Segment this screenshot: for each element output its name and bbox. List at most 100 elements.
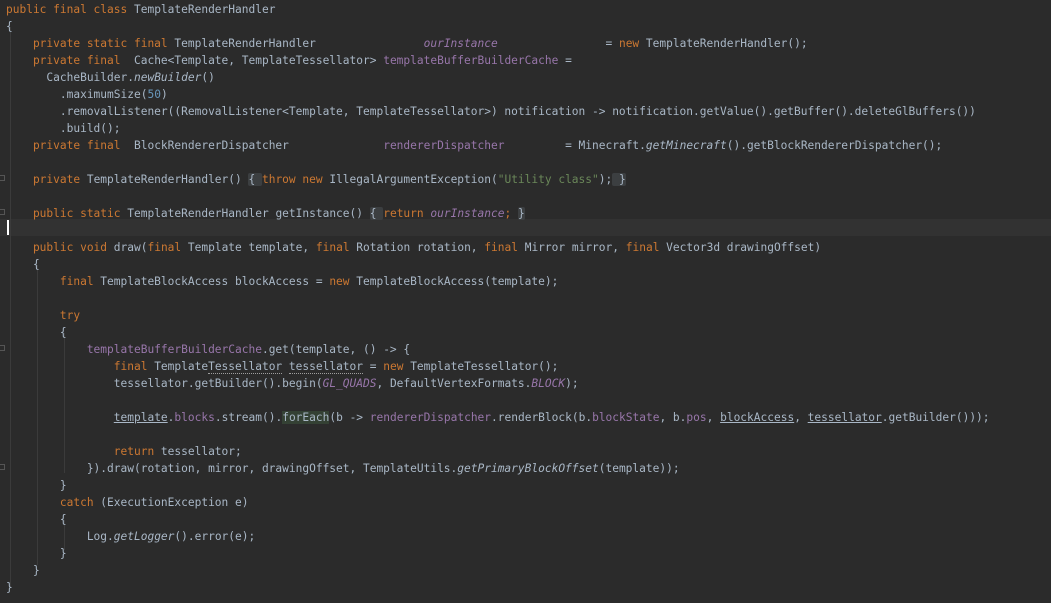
code-token: blocks bbox=[174, 411, 215, 424]
code-line[interactable]: .build(); bbox=[6, 120, 121, 137]
code-token: .maximumSize( bbox=[6, 88, 148, 101]
code-token: { bbox=[6, 20, 13, 33]
fold-marker-icon[interactable] bbox=[0, 175, 5, 181]
code-token: = bbox=[565, 54, 572, 67]
code-line[interactable]: { bbox=[6, 511, 67, 528]
fold-marker-icon[interactable] bbox=[0, 464, 5, 470]
code-token: 50 bbox=[147, 88, 161, 101]
code-token: TemplateTessellator(); bbox=[410, 360, 559, 373]
code-token: .removalListener((RemovalListener<Templa… bbox=[6, 105, 976, 118]
code-token: , bbox=[706, 411, 721, 424]
code-token: templateBufferBuilderCache bbox=[6, 343, 262, 356]
fold-marker-icon[interactable] bbox=[0, 209, 5, 215]
code-line[interactable]: public void draw(final Template template… bbox=[6, 239, 821, 256]
code-token: return bbox=[383, 207, 431, 220]
code-token: ourInstance bbox=[430, 207, 505, 220]
code-token: ourInstance bbox=[423, 37, 498, 50]
code-token: Vector3d drawingOffset) bbox=[666, 241, 822, 254]
code-token: rendererDispatcher bbox=[369, 411, 492, 424]
code-line[interactable]: } bbox=[6, 579, 13, 596]
code-line[interactable]: } bbox=[6, 545, 67, 562]
code-token: .build(); bbox=[6, 122, 121, 135]
code-line[interactable]: CacheBuilder.newBuilder() bbox=[6, 69, 214, 86]
code-token: } bbox=[6, 479, 67, 492]
code-line[interactable]: Log.getLogger().error(e); bbox=[6, 528, 255, 545]
code-token: final bbox=[625, 241, 667, 254]
code-token: private final bbox=[6, 139, 134, 152]
code-line[interactable]: } bbox=[6, 477, 67, 494]
code-token: new bbox=[618, 37, 646, 50]
folded-code-region[interactable]: { bbox=[369, 207, 384, 220]
code-line[interactable]: private final BlockRendererDispatcher re… bbox=[6, 137, 942, 154]
code-token: (b -> bbox=[329, 411, 370, 424]
code-line[interactable]: catch (ExecutionException e) bbox=[6, 494, 249, 511]
code-token: TemplateRenderHandler bbox=[174, 37, 424, 50]
code-line[interactable]: .maximumSize(50) bbox=[6, 86, 168, 103]
code-token: = bbox=[363, 360, 384, 373]
code-token: TemplateBlockAccess blockAccess = bbox=[100, 275, 330, 288]
code-line[interactable]: { bbox=[6, 18, 13, 35]
folded-code-region[interactable]: } bbox=[612, 173, 626, 186]
code-token: public final class bbox=[6, 3, 134, 16]
code-token: .stream(). bbox=[214, 411, 283, 424]
code-token: private final bbox=[6, 54, 134, 67]
code-token: = Minecraft. bbox=[504, 139, 646, 152]
fold-marker-icon[interactable] bbox=[0, 345, 5, 351]
code-line[interactable]: }).draw(rotation, mirror, drawingOffset,… bbox=[6, 460, 680, 477]
code-token: final bbox=[484, 241, 525, 254]
code-line[interactable]: private static final TemplateRenderHandl… bbox=[6, 35, 808, 52]
code-token: forEach bbox=[282, 411, 330, 424]
code-line[interactable]: return tessellator; bbox=[6, 443, 242, 460]
code-token: Mirror mirror, bbox=[524, 241, 626, 254]
code-line[interactable]: final TemplateTessellator tessellator = … bbox=[6, 358, 558, 375]
code-token: TemplateBlockAccess(template); bbox=[356, 275, 559, 288]
code-token: public static bbox=[6, 207, 128, 220]
code-token: ); bbox=[598, 173, 613, 186]
code-line[interactable]: .removalListener((RemovalListener<Templa… bbox=[6, 103, 976, 120]
code-token: try bbox=[6, 309, 81, 322]
folded-code-region[interactable]: { bbox=[248, 173, 262, 186]
code-token: } bbox=[6, 547, 67, 560]
code-token: .renderBlock(b. bbox=[491, 411, 593, 424]
code-token: tessellator; bbox=[160, 445, 242, 458]
code-token: final bbox=[147, 241, 188, 254]
code-token: Tessellator bbox=[208, 360, 283, 374]
code-token: , b. bbox=[659, 411, 687, 424]
code-token: Log. bbox=[6, 530, 114, 543]
code-token: getPrimaryBlockOffset bbox=[457, 462, 599, 475]
code-line[interactable]: try bbox=[6, 307, 80, 324]
code-line[interactable]: { bbox=[6, 324, 67, 341]
code-line[interactable]: public static TemplateRenderHandler getI… bbox=[6, 205, 525, 222]
code-line[interactable]: private final Cache<Template, TemplateTe… bbox=[6, 52, 572, 69]
code-token: BlockRendererDispatcher bbox=[133, 139, 384, 152]
code-line[interactable]: { bbox=[6, 256, 40, 273]
code-line[interactable]: } bbox=[6, 562, 40, 579]
code-token: (ExecutionException e) bbox=[100, 496, 249, 509]
code-line[interactable]: public final class TemplateRenderHandler bbox=[6, 1, 275, 18]
code-token: draw( bbox=[113, 241, 148, 254]
code-line[interactable]: templateBufferBuilderCache.get(template,… bbox=[6, 341, 410, 358]
code-token: blockAccess bbox=[720, 411, 795, 424]
code-editor[interactable]: public final class TemplateRenderHandler… bbox=[0, 0, 1051, 603]
code-line[interactable]: private TemplateRenderHandler() { throw … bbox=[6, 171, 626, 188]
code-token: new bbox=[383, 360, 411, 373]
code-token: ; bbox=[504, 207, 518, 220]
code-token: new bbox=[329, 275, 357, 288]
code-token: template bbox=[113, 411, 168, 424]
code-token: templateBufferBuilderCache bbox=[383, 54, 566, 67]
code-token: ); bbox=[565, 377, 579, 390]
code-token: getMinecraft bbox=[645, 139, 727, 152]
code-token: { bbox=[6, 258, 40, 271]
folded-code-region[interactable]: } bbox=[517, 207, 525, 220]
code-token: { bbox=[6, 513, 67, 526]
code-token: } bbox=[6, 564, 40, 577]
code-token: }).draw(rotation, mirror, drawingOffset,… bbox=[6, 462, 458, 475]
code-token: { bbox=[6, 326, 67, 339]
code-line[interactable]: template.blocks.stream().forEach(b -> re… bbox=[6, 409, 990, 426]
code-token: getInstance() bbox=[275, 207, 370, 220]
code-token: final bbox=[6, 275, 101, 288]
code-line[interactable]: final TemplateBlockAccess blockAccess = … bbox=[6, 273, 558, 290]
code-line[interactable]: tessellator.getBuilder().begin(GL_QUADS,… bbox=[6, 375, 579, 392]
code-token: GL_QUADS bbox=[322, 377, 377, 390]
